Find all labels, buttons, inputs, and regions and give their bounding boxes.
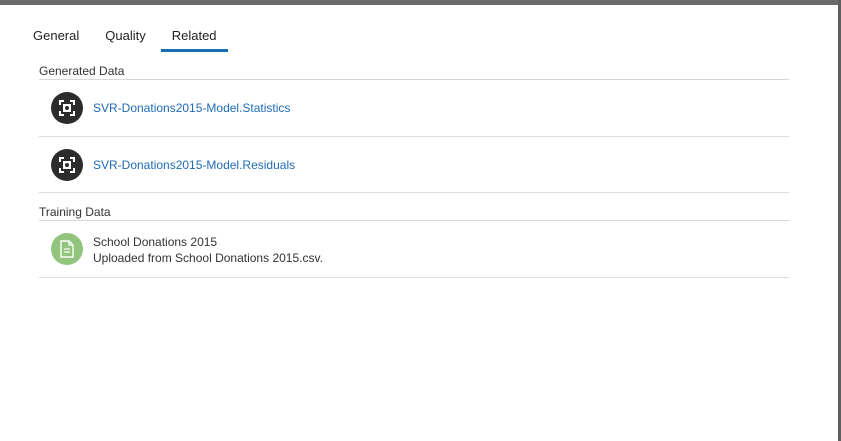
tab-quality[interactable]: Quality [94, 24, 156, 52]
top-border [0, 0, 841, 5]
list-item: School Donations 2015 Uploaded from Scho… [39, 221, 789, 278]
tab-bar: General Quality Related [22, 27, 232, 52]
list-item: SVR-Donations2015-Model.Residuals [39, 137, 789, 193]
dataset-title: School Donations 2015 [93, 235, 218, 249]
related-panel: General Quality Related Generated Data S… [0, 0, 841, 441]
generated-data-header: Generated Data [39, 65, 789, 80]
statistics-link[interactable]: SVR-Donations2015-Model.Statistics [93, 101, 290, 115]
model-node-icon[interactable] [51, 149, 83, 181]
tab-related[interactable]: Related [160, 24, 228, 52]
residuals-link[interactable]: SVR-Donations2015-Model.Residuals [93, 158, 295, 172]
model-node-icon[interactable] [51, 92, 83, 124]
training-data-header: Training Data [39, 206, 789, 221]
list-item: SVR-Donations2015-Model.Statistics [39, 80, 789, 137]
tab-general[interactable]: General [22, 24, 90, 52]
dataset-subtitle: Uploaded from School Donations 2015.csv. [93, 251, 323, 265]
document-icon [51, 233, 83, 265]
